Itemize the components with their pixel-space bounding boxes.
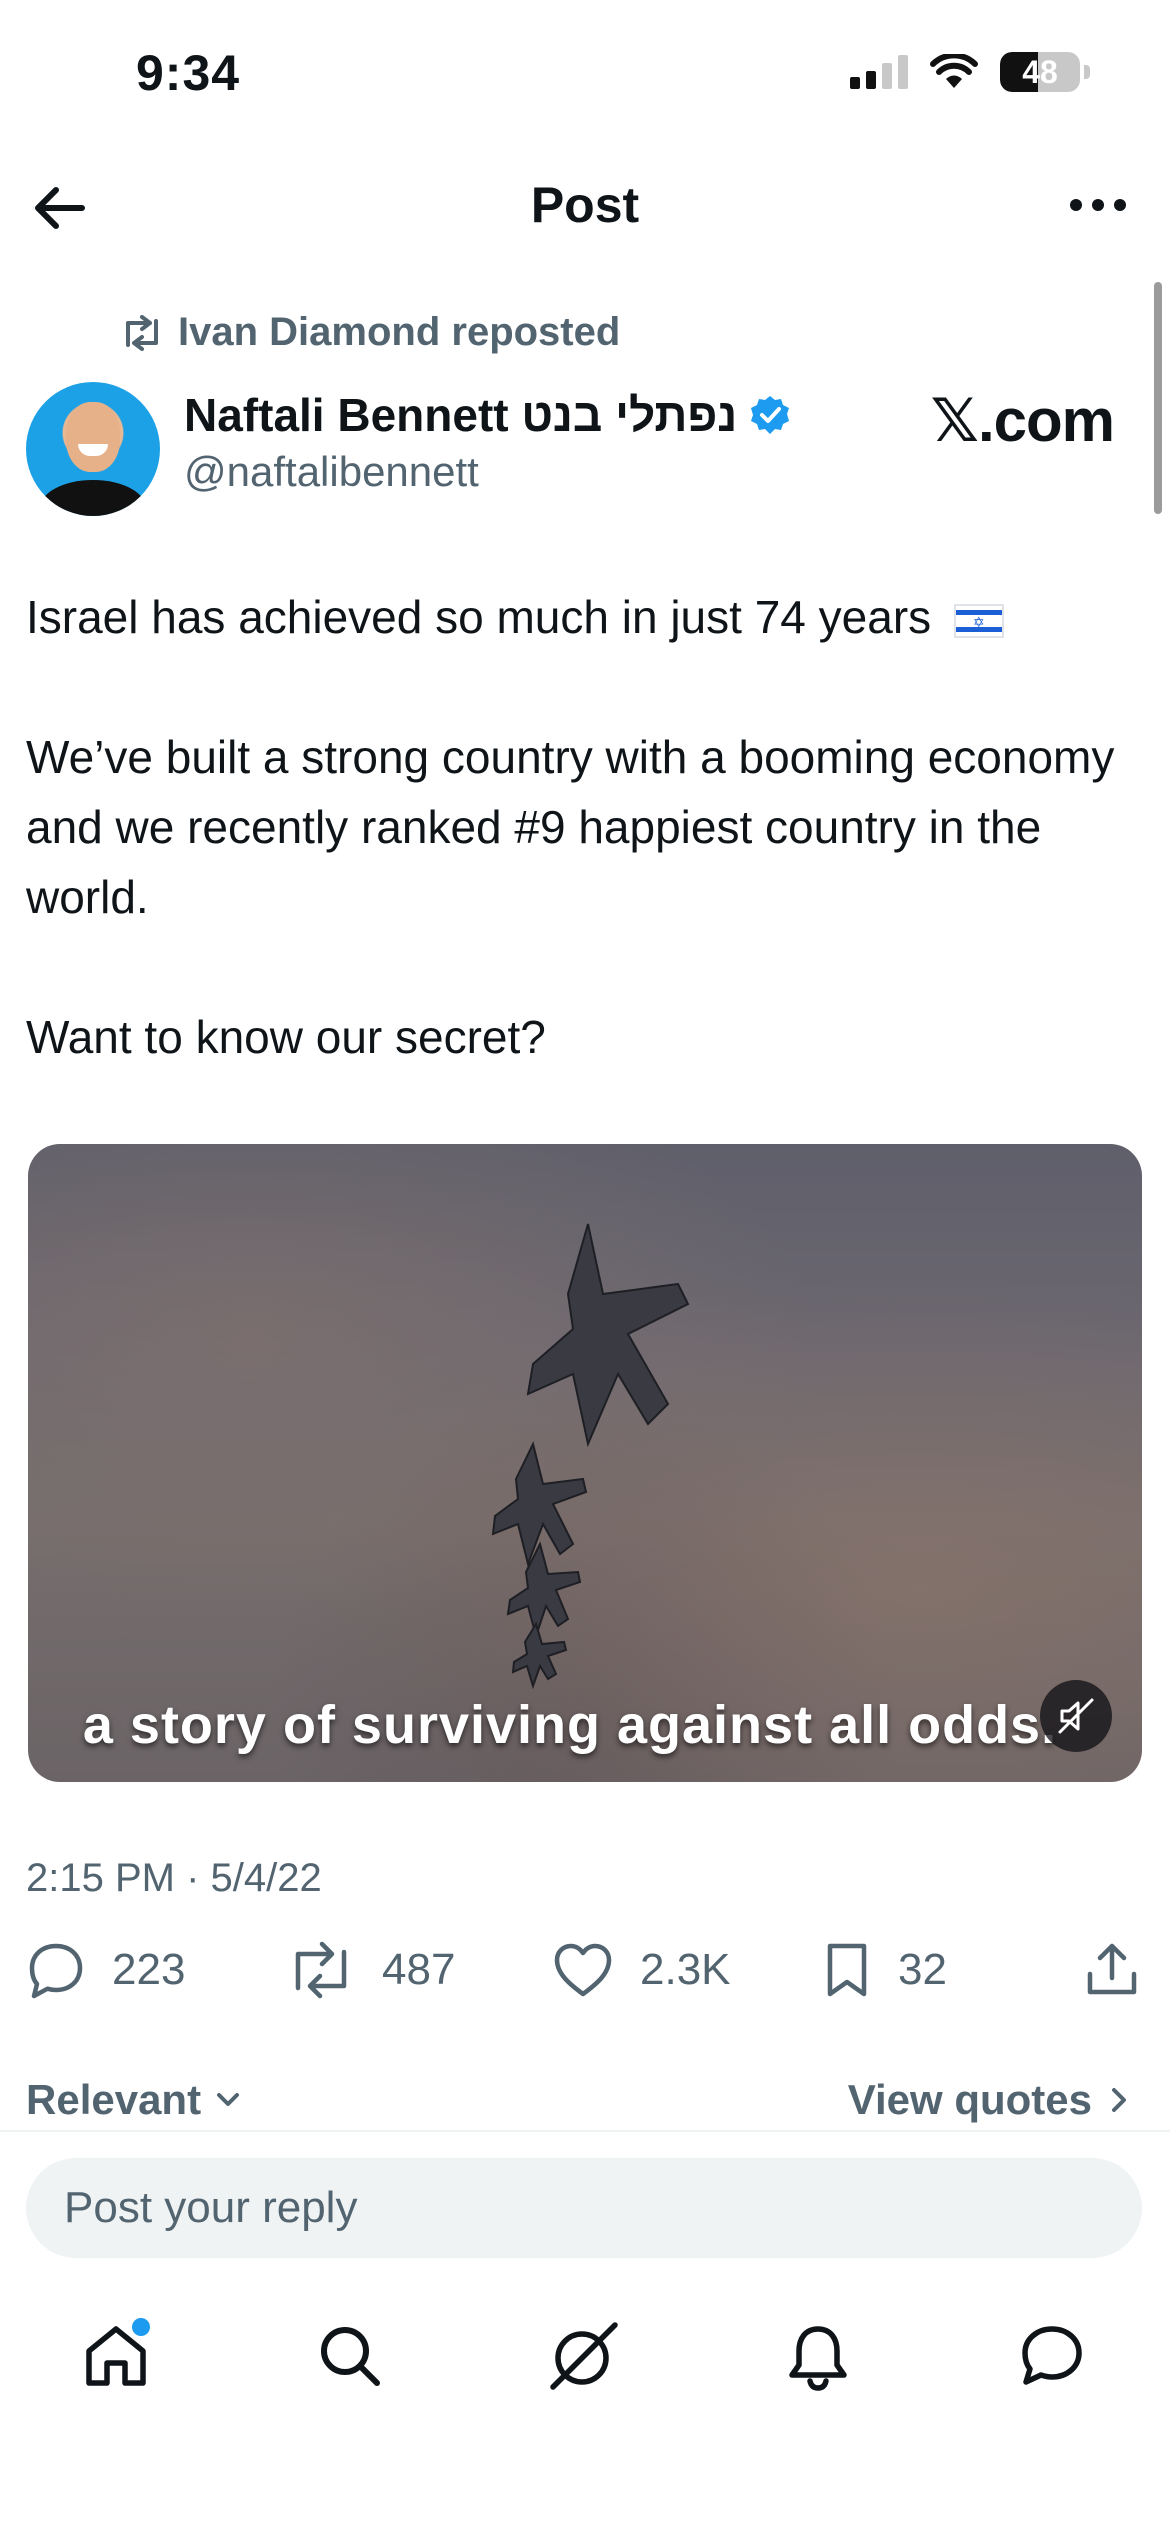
jets-illustration xyxy=(491,1223,690,1690)
notifications-icon xyxy=(789,2326,847,2391)
repost-label: Ivan Diamond reposted xyxy=(178,310,621,354)
chevron-down-icon xyxy=(217,2093,240,2106)
repost-indicator[interactable]: Ivan Diamond reposted xyxy=(120,310,620,355)
scrollbar[interactable] xyxy=(1154,282,1162,514)
bookmark-button[interactable]: 32 xyxy=(822,1940,947,2000)
nav-home[interactable] xyxy=(78,2318,154,2394)
nav-notifications[interactable] xyxy=(780,2318,856,2394)
search-icon xyxy=(321,2327,380,2386)
author-name-row[interactable]: Naftali Bennett נפתלי בנט xyxy=(184,388,791,442)
more-horizontal-icon xyxy=(1070,199,1082,211)
video-caption: a story of surviving against all odds. xyxy=(82,1695,1058,1755)
nav-grok[interactable] xyxy=(546,2318,622,2394)
view-quotes-label: View quotes xyxy=(847,2076,1092,2123)
author-handle[interactable]: @naftalibennett xyxy=(184,448,479,496)
source-label: 𝕏.com xyxy=(930,387,1115,454)
battery-percent: 48 xyxy=(1022,53,1058,90)
nav-messages[interactable] xyxy=(1014,2318,1090,2394)
heart-icon xyxy=(554,1943,612,1997)
sort-label: Relevant xyxy=(26,2076,202,2123)
notification-dot xyxy=(132,2318,150,2336)
reply-icon xyxy=(29,1943,83,1999)
chevron-right-icon xyxy=(1112,2088,1126,2112)
bookmark-icon xyxy=(827,1943,867,1997)
reply-sort-dropdown[interactable]: Relevant xyxy=(26,2076,245,2124)
post-paragraph: We’ve built a strong country with a boom… xyxy=(26,731,1115,923)
post-timestamp[interactable]: 2:15 PM · 5/4/22 xyxy=(26,1856,322,1901)
page-title: Post xyxy=(530,177,640,233)
grok-icon xyxy=(550,2322,618,2390)
cellular-signal-icon xyxy=(850,55,908,89)
repost-button[interactable]: 487 xyxy=(286,1940,455,2000)
repost-icon xyxy=(126,314,158,351)
view-quotes-link[interactable]: View quotes xyxy=(848,2076,1134,2124)
repost-count: 487 xyxy=(382,1945,456,1994)
israel-flag-icon: ✡ xyxy=(953,603,1004,638)
reply-count: 223 xyxy=(112,1945,186,1994)
repost-icon xyxy=(295,1941,347,1999)
status-icons: 48 xyxy=(850,52,1090,92)
share-icon xyxy=(1087,1943,1137,1995)
nav-search[interactable] xyxy=(312,2318,388,2394)
arrow-left-icon xyxy=(35,187,85,229)
wifi-icon xyxy=(930,54,978,88)
post-text: Israel has achieved so much in just 74 y… xyxy=(26,582,1136,1072)
post-actions: 223 487 2.3K 32 xyxy=(26,1940,1146,2020)
mute-button[interactable] xyxy=(1040,1680,1112,1752)
divider xyxy=(0,2130,1170,2132)
battery-icon: 48 xyxy=(1000,52,1080,92)
video-player[interactable]: a story of surviving against all odds. xyxy=(28,1144,1142,1782)
author-name: Naftali Bennett נפתלי בנט xyxy=(184,389,738,441)
share-button[interactable] xyxy=(1082,1940,1142,2000)
back-button[interactable] xyxy=(28,176,92,240)
like-count: 2.3K xyxy=(640,1945,731,1994)
battery-tip xyxy=(1084,65,1090,79)
more-options-button[interactable] xyxy=(1070,190,1134,220)
post-paragraph: Want to know our secret? xyxy=(26,1011,546,1063)
like-button[interactable]: 2.3K xyxy=(552,1940,731,2000)
verified-badge-icon xyxy=(751,396,790,434)
muted-speaker-icon xyxy=(1058,1698,1094,1734)
messages-icon xyxy=(1022,2326,1082,2385)
bookmark-count: 32 xyxy=(898,1945,947,1994)
reply-button[interactable]: 223 xyxy=(26,1940,185,2000)
status-time: 9:34 xyxy=(136,45,241,101)
avatar[interactable] xyxy=(26,382,160,516)
post-paragraph: Israel has achieved so much in just 74 y… xyxy=(26,582,1136,652)
reply-placeholder: Post your reply xyxy=(64,2183,358,2232)
reply-input[interactable]: Post your reply xyxy=(26,2158,1142,2258)
